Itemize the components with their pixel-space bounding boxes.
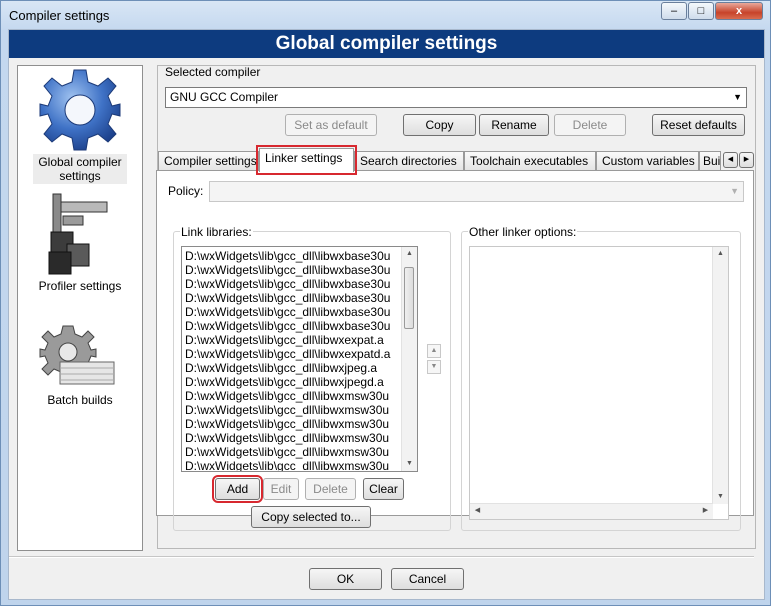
sidebar-item-global-compiler-settings[interactable]: Global compiler settings [18, 68, 142, 184]
list-item[interactable]: D:\wxWidgets\lib\gcc_dll\libwxjpeg.a [182, 361, 417, 375]
link-libraries-label: Link libraries: [180, 225, 253, 239]
list-item[interactable]: D:\wxWidgets\lib\gcc_dll\libwxmsw30u [182, 417, 417, 431]
banner-title: Global compiler settings [275, 33, 498, 54]
tab-linker-settings[interactable]: Linker settings [256, 145, 357, 175]
add-library-button[interactable]: Add [212, 475, 263, 503]
move-up-button[interactable]: ▲ [427, 344, 441, 358]
sidebar-item-label: Batch builds [47, 393, 113, 407]
link-libraries-scrollbar[interactable]: ▲ ▼ [401, 247, 417, 471]
scroll-up-icon[interactable]: ▲ [713, 247, 728, 261]
tab-build[interactable]: Build [699, 151, 721, 170]
banner: Global compiler settings [9, 30, 764, 58]
copy-selected-to-button[interactable]: Copy selected to... [251, 506, 371, 528]
other-linker-options-textarea[interactable]: ▲ ▼ ◀ ▶ [469, 246, 729, 520]
close-button[interactable]: x [715, 2, 763, 20]
scroll-up-icon[interactable]: ▲ [402, 247, 417, 261]
list-item[interactable]: D:\wxWidgets\lib\gcc_dll\libwxmsw30u [182, 431, 417, 445]
sidebar-item-label: Profiler settings [38, 279, 122, 293]
delete-library-button[interactable]: Delete [305, 478, 356, 500]
scroll-left-icon[interactable]: ◀ [470, 504, 485, 518]
tab-custom-variables[interactable]: Custom variables [596, 151, 699, 170]
scroll-down-icon[interactable]: ▼ [713, 490, 728, 504]
scroll-thumb[interactable] [404, 267, 414, 329]
tab-compiler-settings[interactable]: Compiler settings [158, 151, 259, 170]
batch-gear-icon [39, 325, 115, 385]
cancel-button[interactable]: Cancel [391, 568, 464, 590]
reset-defaults-button[interactable]: Reset defaults [652, 114, 745, 136]
tab-scroll-left-button[interactable]: ◀ [723, 152, 738, 168]
title-bar[interactable]: Compiler settings – □ x [1, 1, 770, 29]
rename-compiler-button[interactable]: Rename [479, 114, 549, 136]
list-item[interactable]: D:\wxWidgets\lib\gcc_dll\libwxbase30u [182, 249, 417, 263]
list-item[interactable]: D:\wxWidgets\lib\gcc_dll\libwxexpatd.a [182, 347, 417, 361]
options-horizontal-scrollbar[interactable]: ◀ ▶ [470, 503, 713, 519]
link-libraries-list[interactable]: D:\wxWidgets\lib\gcc_dll\libwxbase30u D:\… [181, 246, 418, 472]
selected-compiler-label: Selected compiler [165, 65, 261, 79]
scroll-down-icon[interactable]: ▼ [402, 457, 417, 471]
set-as-default-button[interactable]: Set as default [285, 114, 377, 136]
edit-library-button[interactable]: Edit [263, 478, 299, 500]
clear-libraries-button[interactable]: Clear [363, 478, 404, 500]
tab-search-directories[interactable]: Search directories [354, 151, 464, 170]
minimize-button[interactable]: – [661, 2, 687, 20]
chevron-down-icon[interactable]: ▼ [733, 88, 742, 107]
footer-separator [9, 556, 754, 558]
list-item[interactable]: D:\wxWidgets\lib\gcc_dll\libwxbase30u [182, 291, 417, 305]
list-item[interactable]: D:\wxWidgets\lib\gcc_dll\libwxbase30u [182, 263, 417, 277]
gear-icon [39, 69, 121, 151]
chevron-down-icon[interactable]: ▼ [730, 182, 739, 201]
list-item[interactable]: D:\wxWidgets\lib\gcc_dll\libwxexpat.a [182, 333, 417, 347]
list-item[interactable]: D:\wxWidgets\lib\gcc_dll\libwxmsw30u [182, 445, 417, 459]
ok-button[interactable]: OK [309, 568, 382, 590]
window-title: Compiler settings [9, 8, 110, 23]
sidebar: Global compiler settings Profiler settin… [17, 65, 143, 551]
list-item[interactable]: D:\wxWidgets\lib\gcc_dll\libwxmsw30u [182, 459, 417, 471]
policy-label: Policy: [168, 184, 204, 198]
list-item[interactable]: D:\wxWidgets\lib\gcc_dll\libwxjpegd.a [182, 375, 417, 389]
delete-compiler-button[interactable]: Delete [554, 114, 626, 136]
tab-toolchain-executables[interactable]: Toolchain executables [464, 151, 596, 170]
list-item[interactable]: D:\wxWidgets\lib\gcc_dll\libwxbase30u [182, 277, 417, 291]
copy-compiler-button[interactable]: Copy [403, 114, 476, 136]
compiler-select[interactable]: GNU GCC Compiler ▼ [165, 87, 747, 108]
move-down-button[interactable]: ▼ [427, 360, 441, 374]
list-item[interactable]: D:\wxWidgets\lib\gcc_dll\libwxbase30u [182, 319, 417, 333]
policy-select[interactable]: ▼ [209, 181, 744, 202]
compiler-select-value: GNU GCC Compiler [170, 90, 279, 104]
sidebar-item-profiler-settings[interactable]: Profiler settings [18, 192, 142, 294]
compiler-settings-window: Compiler settings – □ x Global compiler … [0, 0, 771, 606]
maximize-button[interactable]: □ [688, 2, 714, 20]
list-item[interactable]: D:\wxWidgets\lib\gcc_dll\libwxmsw30u [182, 403, 417, 417]
caliper-icon [48, 193, 108, 275]
other-linker-options-label: Other linker options: [468, 225, 578, 239]
options-vertical-scrollbar[interactable]: ▲ ▼ [712, 247, 728, 504]
sidebar-item-batch-builds[interactable]: Batch builds [18, 322, 142, 408]
link-libraries-rows: D:\wxWidgets\lib\gcc_dll\libwxbase30u D:\… [182, 247, 417, 471]
list-item[interactable]: D:\wxWidgets\lib\gcc_dll\libwxbase30u [182, 305, 417, 319]
tab-scroll-right-button[interactable]: ▶ [739, 152, 754, 168]
sidebar-item-label: Global compiler settings [33, 154, 127, 184]
list-item[interactable]: D:\wxWidgets\lib\gcc_dll\libwxmsw30u [182, 389, 417, 403]
scroll-right-icon[interactable]: ▶ [698, 504, 713, 518]
